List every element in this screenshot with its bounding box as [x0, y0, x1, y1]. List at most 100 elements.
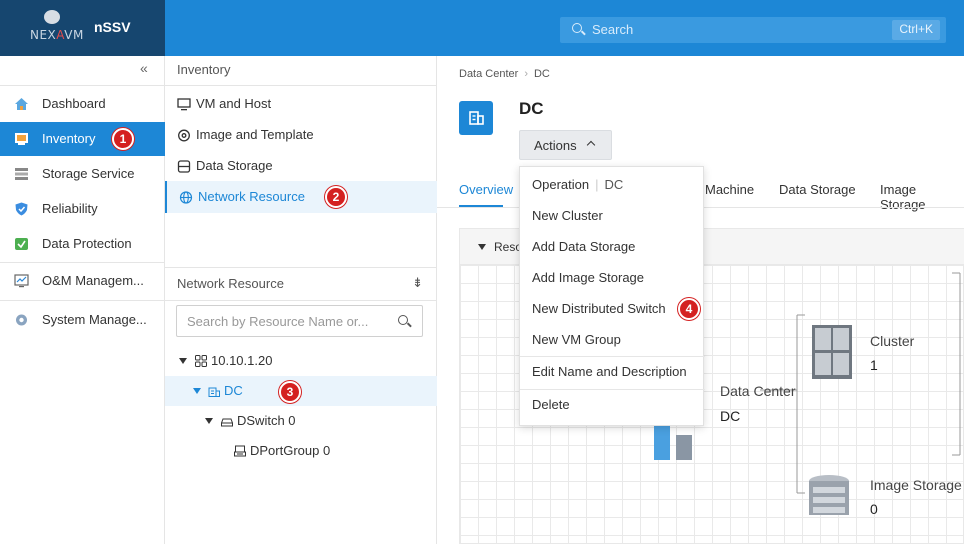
top-bar: NEXAVM nSSV Search Ctrl+K	[0, 0, 964, 56]
menu-item-edit-name-and-description[interactable]: Edit Name and Description	[520, 358, 705, 389]
dropdown-header-label: Operation	[532, 177, 590, 192]
inventory-item-network-resource[interactable]: Network Resource 2	[165, 181, 437, 213]
left-nav: « Dashboard Inventory 1 Storage Service …	[0, 56, 165, 544]
logo[interactable]: NEXAVM nSSV	[0, 0, 165, 56]
topology-image-storage-label: Image Storage	[870, 477, 962, 493]
shield-icon	[15, 202, 28, 216]
expand-caret-icon[interactable]	[193, 388, 201, 394]
search-placeholder: Search	[592, 22, 634, 37]
tab-overview[interactable]: Overview	[459, 182, 513, 197]
step-badge-2: 2	[325, 186, 347, 208]
nav-item-label: Dashboard	[42, 96, 106, 111]
nav-item-storage-service[interactable]: Storage Service	[0, 157, 165, 191]
dropdown-header-sub: DC	[604, 177, 624, 192]
nav-item-label: O&M Managem...	[42, 273, 144, 288]
step-badge-4: 4	[678, 298, 700, 320]
nav-item-label: Inventory	[42, 131, 96, 146]
chevron-up-icon	[586, 140, 596, 150]
inventory-item-label: Network Resource	[198, 189, 305, 204]
menu-item-new-vm-group[interactable]: New VM Group	[520, 326, 705, 357]
actions-label: Actions	[534, 138, 577, 153]
menu-item-new-cluster[interactable]: New Cluster	[520, 202, 705, 233]
actions-button[interactable]: Actions	[519, 130, 612, 160]
search-icon	[398, 315, 408, 325]
shortcut-hint: Ctrl+K	[892, 20, 940, 40]
cluster-server-icon	[812, 325, 852, 379]
nav-item-om-management[interactable]: O&M Managem...	[0, 264, 165, 298]
tree-node-host[interactable]: 10.10.1.20	[165, 346, 437, 376]
breadcrumb-item: DC	[533, 68, 550, 80]
breadcrumb: Data Center › DC	[459, 68, 550, 80]
disc-icon	[178, 129, 190, 142]
portgroup-icon	[234, 445, 246, 457]
inventory-item-label: Image and Template	[196, 127, 314, 142]
inventory-icon	[15, 133, 28, 145]
database-icon	[177, 160, 191, 173]
breadcrumb-separator-icon: ›	[524, 68, 528, 80]
nav-item-label: Data Protection	[42, 236, 132, 251]
tree-node-dc[interactable]: DC 3	[165, 376, 437, 406]
monitor-icon	[14, 274, 29, 288]
tree-node-label: DC	[224, 383, 243, 398]
nav-item-label: Storage Service	[42, 166, 135, 181]
cluster-node-icon	[195, 355, 207, 367]
actions-dropdown-menu: Operation | DC New Cluster Add Data Storag…	[519, 166, 705, 426]
nexavm-logo: NEXAVM	[30, 10, 83, 48]
network-resource-title: Network Resource	[177, 276, 284, 291]
tree-node-dswitch[interactable]: DSwitch 0	[165, 406, 437, 436]
inventory-item-label: Data Storage	[196, 158, 273, 173]
datacenter-icon	[459, 101, 493, 135]
topology-datacenter-value: DC	[720, 408, 741, 424]
menu-item-add-data-storage[interactable]: Add Data Storage	[520, 233, 705, 264]
expand-caret-icon[interactable]	[179, 358, 187, 364]
breadcrumb-item[interactable]: Data Center	[459, 68, 518, 80]
network-resource-header: Network Resource ⇟	[165, 267, 437, 301]
nav-item-data-protection[interactable]: Data Protection	[0, 227, 165, 261]
nav-item-system-management[interactable]: System Manage...	[0, 303, 165, 337]
step-badge-1: 1	[112, 128, 134, 150]
menu-item-delete[interactable]: Delete	[520, 391, 705, 422]
nav-item-label: Reliability	[42, 201, 98, 216]
inventory-item-data-storage[interactable]: Data Storage	[165, 150, 437, 182]
nav-item-reliability[interactable]: Reliability	[0, 192, 165, 226]
inventory-panel: Inventory VM and Host Image and Template…	[165, 56, 437, 544]
inventory-panel-header: Inventory	[165, 56, 437, 86]
nav-item-label: System Manage...	[42, 312, 147, 327]
expand-caret-icon[interactable]	[205, 418, 213, 424]
page-title: DC	[519, 99, 544, 118]
gear-icon	[16, 314, 27, 326]
tree-node-label: 10.10.1.20	[211, 353, 273, 368]
tab-data-storage[interactable]: Data Storage	[779, 182, 856, 197]
datacenter-icon	[208, 387, 220, 397]
image-storage-icon	[809, 475, 849, 515]
topology-cluster-label: Cluster	[870, 333, 915, 349]
menu-item-add-image-storage[interactable]: Add Image Storage	[520, 264, 705, 295]
switch-icon	[221, 418, 233, 427]
resource-search-placeholder: Search by Resource Name or...	[187, 314, 369, 329]
tree-node-label: DSwitch 0	[237, 413, 296, 428]
inventory-item-label: VM and Host	[196, 96, 272, 111]
storage-service-icon	[15, 168, 28, 180]
search-icon	[572, 23, 582, 33]
topology-datacenter-label: Data Center	[720, 383, 796, 399]
inventory-item-vm-and-host[interactable]: VM and Host	[165, 88, 437, 120]
collapse-caret-icon[interactable]	[478, 244, 486, 250]
topology-cluster-value: 1	[870, 357, 878, 373]
sort-filter-icon[interactable]: ⇟	[412, 275, 423, 291]
nav-item-dashboard[interactable]: Dashboard	[0, 87, 165, 121]
collapse-sidebar-button[interactable]: «	[140, 60, 148, 76]
step-badge-3: 3	[279, 381, 301, 403]
resource-search-input[interactable]: Search by Resource Name or...	[176, 305, 423, 337]
menu-item-label: New Distributed Switch	[532, 301, 666, 316]
resource-section-title: Reso	[494, 240, 523, 254]
globe-icon	[179, 191, 193, 204]
inventory-item-image-and-template[interactable]: Image and Template	[165, 119, 437, 151]
topology-image-storage-value: 0	[870, 501, 878, 517]
tab-machine[interactable]: Machine	[705, 182, 754, 197]
monitor-icon	[177, 98, 191, 111]
home-icon	[15, 98, 28, 110]
tree-node-dportgroup[interactable]: DPortGroup 0	[165, 436, 437, 466]
dropdown-header: Operation | DC	[532, 177, 624, 192]
nav-item-inventory[interactable]: Inventory 1	[0, 122, 165, 156]
global-search-input[interactable]: Search Ctrl+K	[560, 17, 946, 43]
